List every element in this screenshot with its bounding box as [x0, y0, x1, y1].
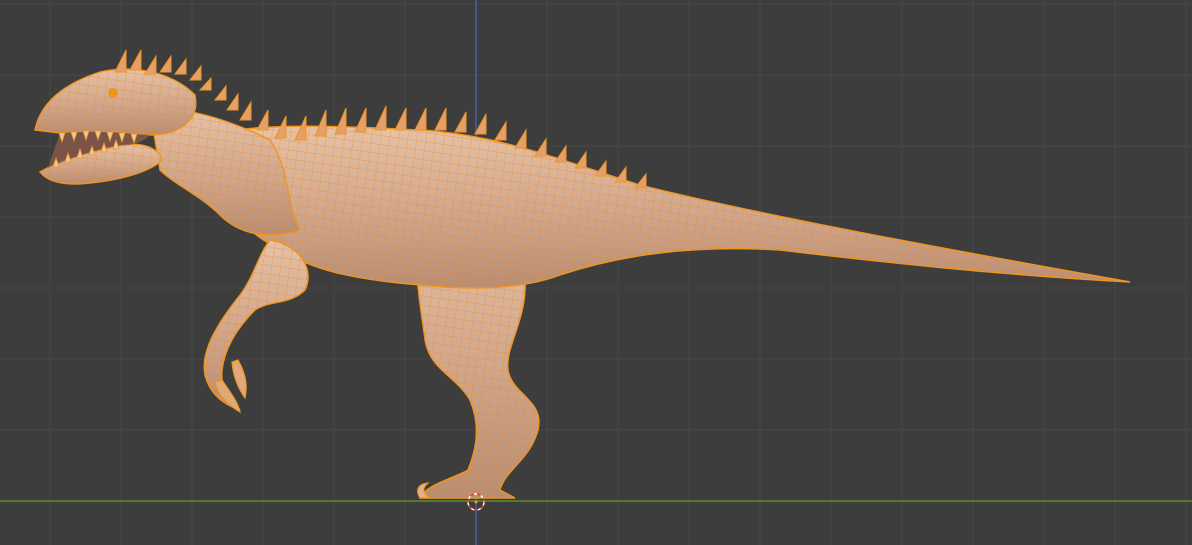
- spike: [334, 107, 347, 135]
- spike: [354, 107, 367, 133]
- spike: [239, 100, 252, 121]
- spike: [514, 128, 527, 149]
- spike: [554, 144, 567, 163]
- spike: [454, 111, 467, 133]
- spike: [129, 49, 142, 71]
- eye: [108, 88, 118, 98]
- spike: [614, 165, 627, 183]
- viewport-canvas[interactable]: [0, 0, 1192, 545]
- spike: [633, 172, 647, 189]
- spike: [534, 137, 547, 157]
- spike: [314, 109, 327, 137]
- spike: [414, 107, 427, 131]
- spike: [159, 54, 172, 73]
- 3d-viewport[interactable]: [0, 0, 1192, 545]
- spike: [144, 54, 157, 75]
- spike: [174, 57, 187, 75]
- spike: [213, 84, 227, 101]
- spike: [394, 107, 407, 131]
- spike: [494, 120, 507, 141]
- spike: [594, 159, 607, 177]
- spike: [374, 105, 387, 131]
- spike: [226, 92, 239, 111]
- raptor-mesh[interactable]: [34, 49, 1131, 499]
- spike: [198, 76, 212, 91]
- spike: [434, 107, 447, 131]
- spike: [574, 150, 587, 169]
